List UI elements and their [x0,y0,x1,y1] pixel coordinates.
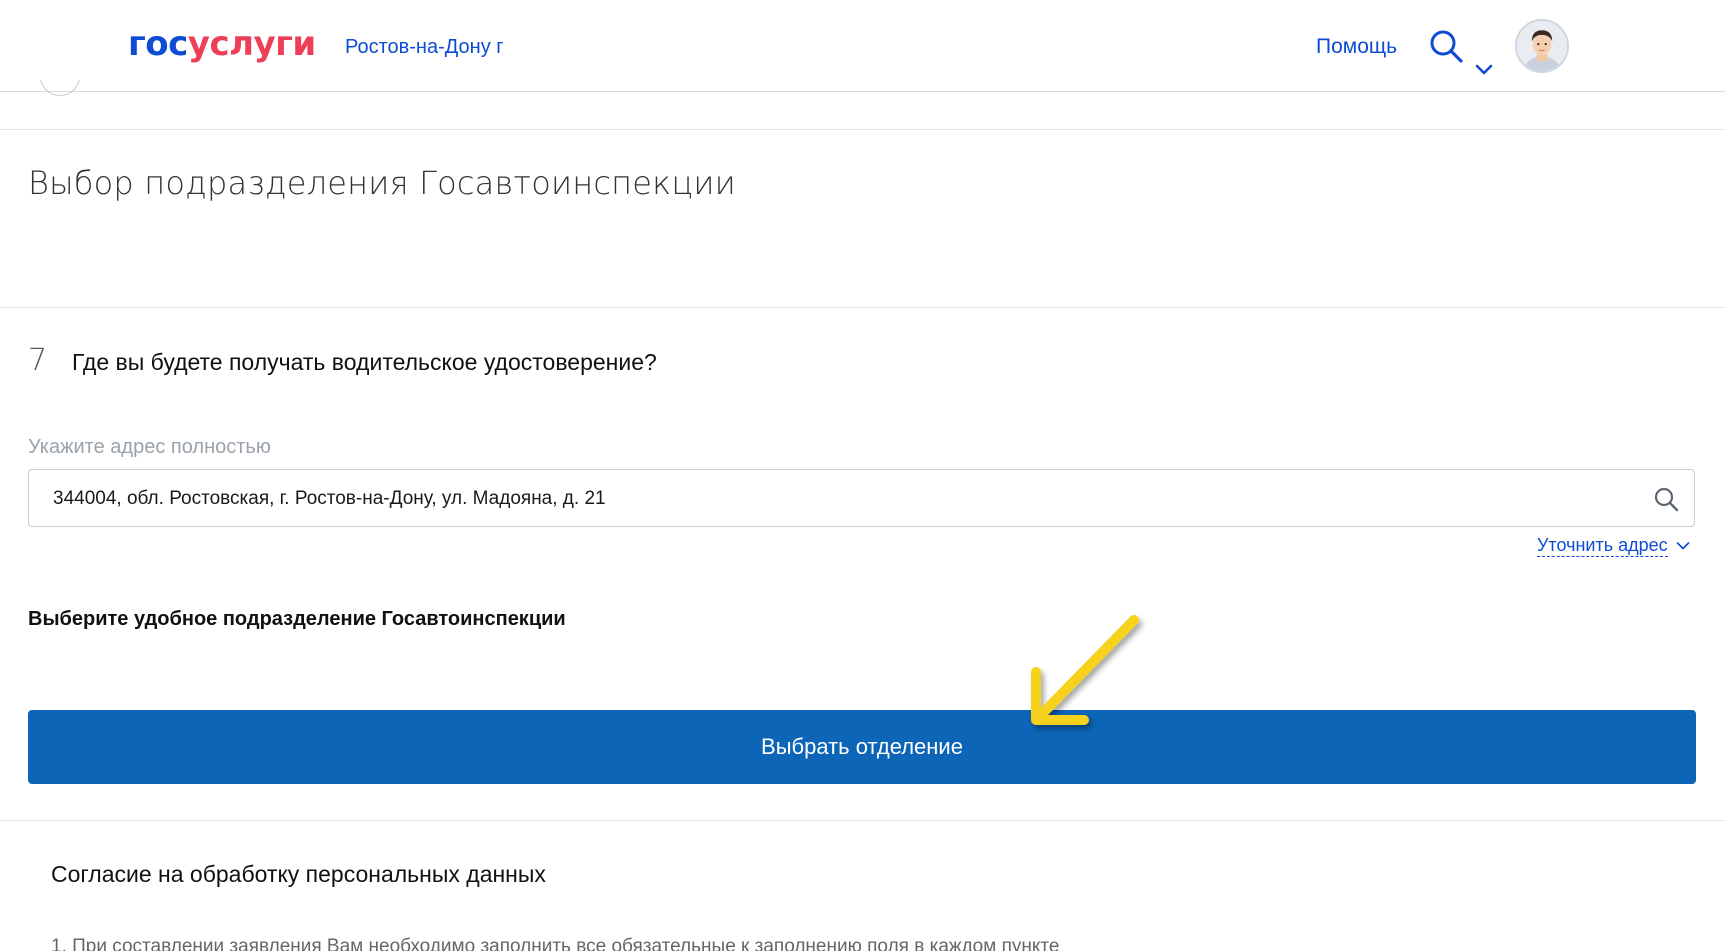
consent-title: Согласие на обработку персональных данны… [51,861,546,887]
divider [0,129,1725,130]
address-field[interactable] [28,469,1695,527]
address-label: Укажите адрес полностью [28,436,271,458]
logo-part-gos: гос [128,24,188,64]
city-selector[interactable]: Ростов-на-Дону г [345,34,504,60]
logo-part-uslugi: услуги [187,24,316,64]
step-number: 7 [28,343,48,378]
consent-first-item: 1. При составлении заявления Вам необход… [51,936,1060,951]
chevron-down-icon[interactable] [1475,64,1493,76]
help-link[interactable]: Помощь [1316,34,1397,60]
search-icon[interactable] [1653,486,1679,512]
section-title: Выбор подразделения Госавтоинспекции [28,164,736,202]
choose-department-button[interactable]: Выбрать отделение [28,710,1696,784]
step-question: Где вы будете получать водительское удос… [72,349,657,375]
choose-department-heading: Выберите удобное подразделение Госавтоин… [28,608,566,630]
divider [0,820,1725,821]
search-icon[interactable] [1428,28,1464,64]
avatar-face-icon [1517,21,1567,71]
refine-address-label: Уточнить адрес [1537,535,1668,557]
annotation-arrow-icon [1031,615,1139,725]
chevron-down-icon [1676,541,1689,549]
divider [0,307,1725,308]
gosuslugi-logo[interactable]: госуслуги [128,22,316,66]
top-header: госуслуги Ростов-на-Дону г Помощь [0,0,1725,92]
user-avatar[interactable] [1515,19,1569,73]
step-circle-decoration [40,80,80,96]
address-input[interactable] [53,485,1613,513]
refine-address-link[interactable]: Уточнить адрес [1537,534,1690,557]
